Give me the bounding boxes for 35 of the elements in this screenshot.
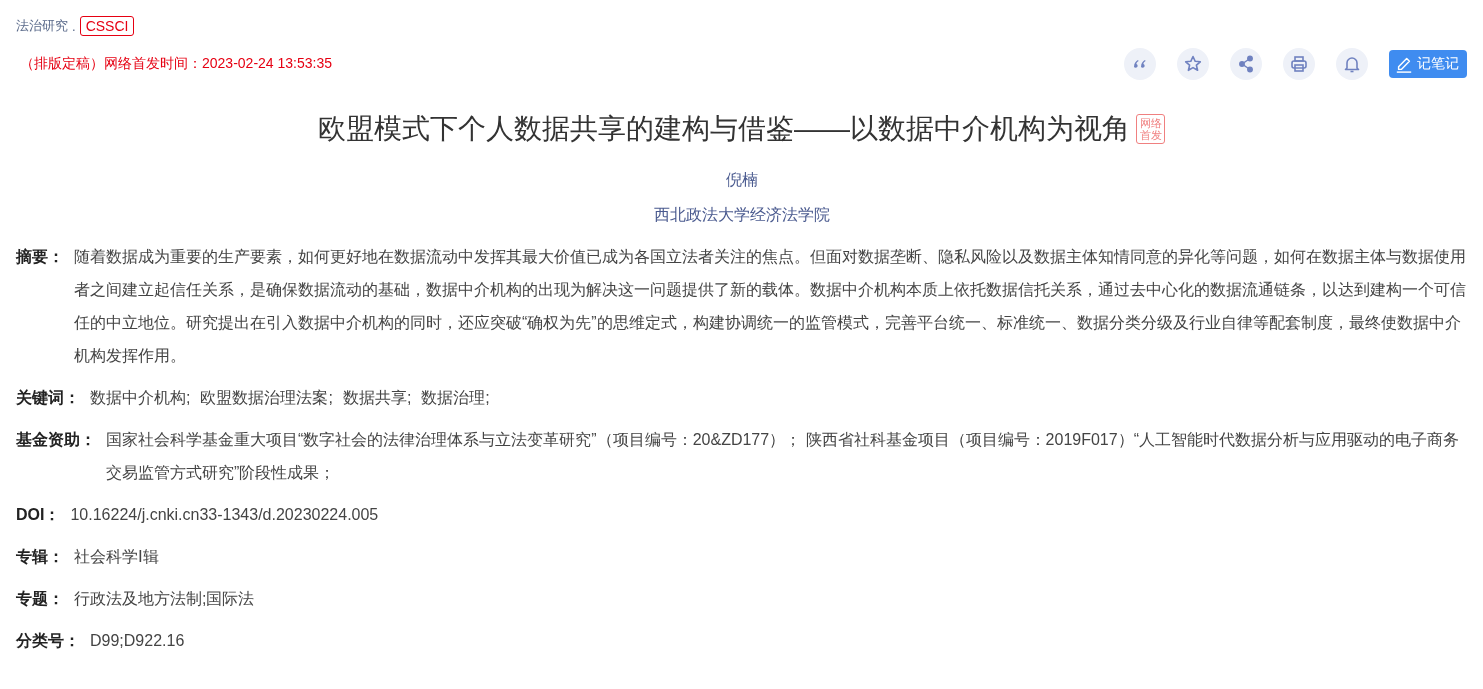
keyword-link[interactable]: 数据中介机构;: [90, 381, 191, 414]
field-label: 关键词：: [16, 388, 80, 408]
cssci-badge: CSSCI: [79, 16, 135, 36]
field-label: 专辑：: [16, 547, 64, 567]
field-value: 10.16224/j.cnki.cn33-1343/d.20230224.005: [70, 505, 380, 525]
affiliation-link[interactable]: 西北政法大学经济法学院: [16, 205, 1467, 226]
online-first-badge: 网络 首发: [1135, 114, 1166, 144]
printer-icon: [1289, 54, 1309, 74]
share-button[interactable]: [1230, 48, 1262, 80]
field-value: D99;D922.16: [90, 631, 186, 651]
keyword-link[interactable]: 数据共享;: [342, 381, 412, 414]
print-button[interactable]: [1283, 48, 1315, 80]
star-icon: [1183, 54, 1203, 74]
field-value: 社会科学Ⅰ辑: [74, 547, 160, 567]
field-value: 随着数据成为重要的生产要素，如何更好地在数据流动中发挥其最大价值已成为各国立法者关注的焦点。但面对数据垄断、隐私风险以及数据主体知情同意的异化等问题，如何在数据主体与数据使用者之间建立起信任关系，是确保数据流动的基础，数据中介机构的出现为解决这一问题提供了新的载体。数据中介机构本质上依托数据信托关系，通过去中心化的数据流通链条，以达到建构一个可信任的中立地位。研究提出在引入数据中介机构的同时，还应突破“确权为先”的思维定式，构建协调统一的监管模式，完善平台统一、标准统一、数据分类分级及行业自律等配套制度，最终使数据中介机构发挥作用。: [74, 247, 1467, 366]
favorite-button[interactable]: [1177, 48, 1209, 80]
separator: .: [72, 18, 76, 34]
author-link[interactable]: 倪楠: [16, 170, 1467, 191]
keyword-link[interactable]: 欧盟数据治理法案;: [200, 381, 333, 414]
bell-icon: [1342, 54, 1362, 74]
publish-time: （排版定稿）网络首发时间：2023-02-24 13:53:35: [19, 55, 332, 73]
alert-button[interactable]: [1336, 48, 1368, 80]
field-label: DOI：: [16, 505, 61, 525]
field-value: 国家社会科学基金重大项目“数字社会的法律治理体系与立法变革研究”（项目编号：20&ZD177）； 陕西省社科基金项目（项目编号：2019F017）“人工智能时代数据分析与应用驱动的电子商务交易监管方式研究”阶段性成果；: [106, 430, 1460, 483]
journal-name[interactable]: 法治研究: [16, 17, 68, 35]
keyword-link[interactable]: 数据治理;: [421, 381, 490, 414]
pencil-icon: [1395, 55, 1413, 73]
cite-button[interactable]: [1124, 48, 1156, 80]
field-label: 分类号：: [16, 631, 80, 651]
field-label: 摘要：: [16, 247, 64, 267]
share-icon: [1236, 54, 1256, 74]
field-label: 基金资助：: [16, 430, 96, 450]
field-label: 专题：: [16, 589, 64, 609]
article-title: 欧盟模式下个人数据共享的建构与借鉴——以数据中介机构为视角: [317, 112, 1130, 146]
field-value: 行政法及地方法制;国际法: [74, 589, 256, 609]
